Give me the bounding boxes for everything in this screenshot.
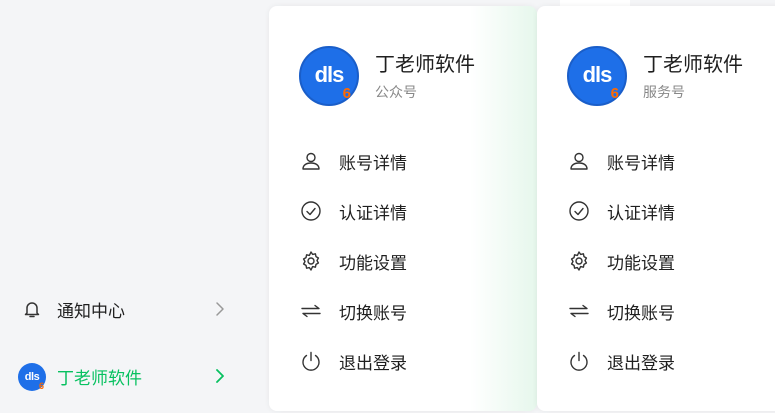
- account-card-service: dls 6 丁老师软件 服务号 账号详情 认证详情 功能设置 切换账号 退出登录: [537, 6, 775, 411]
- menu-switch-account[interactable]: 切换账号: [299, 296, 519, 326]
- check-circle-icon: [567, 199, 591, 223]
- sidebar-item-label: 丁老师软件: [57, 368, 142, 388]
- menu-label: 账号详情: [339, 153, 407, 173]
- account-logo: dls 6: [567, 46, 627, 106]
- menu-account-details[interactable]: 账号详情: [567, 146, 775, 176]
- account-type: 公众号: [375, 84, 417, 100]
- account-name: 丁老师软件: [643, 54, 743, 76]
- check-circle-icon: [299, 199, 323, 223]
- menu-label: 退出登录: [339, 353, 407, 373]
- switch-icon: [567, 299, 591, 323]
- menu-verification-details[interactable]: 认证详情: [299, 196, 519, 226]
- account-logo: dls 6: [299, 46, 359, 106]
- account-name: 丁老师软件: [375, 54, 475, 76]
- gear-icon: [567, 249, 591, 273]
- menu-switch-account[interactable]: 切换账号: [567, 296, 775, 326]
- menu-label: 认证详情: [339, 203, 407, 223]
- gear-icon: [299, 249, 323, 273]
- chevron-right-icon: [210, 299, 230, 319]
- chevron-right-icon: [210, 366, 230, 386]
- menu-label: 切换账号: [339, 303, 407, 323]
- menu-label: 账号详情: [607, 153, 675, 173]
- switch-icon: [299, 299, 323, 323]
- menu-logout[interactable]: 退出登录: [567, 346, 775, 376]
- power-icon: [567, 349, 591, 373]
- power-icon: [299, 349, 323, 373]
- user-icon: [567, 149, 591, 173]
- menu-account-details[interactable]: 账号详情: [299, 146, 519, 176]
- sidebar-item-account[interactable]: dls 6 丁老师软件: [0, 351, 260, 401]
- menu-label: 退出登录: [607, 353, 675, 373]
- sidebar-item-label: 通知中心: [57, 301, 125, 321]
- user-icon: [299, 149, 323, 173]
- account-card-official: dls 6 丁老师软件 公众号 账号详情 认证详情 功能设置 切换账号 退出登录: [269, 6, 537, 411]
- bell-icon: [20, 297, 44, 321]
- menu-verification-details[interactable]: 认证详情: [567, 196, 775, 226]
- menu-logout[interactable]: 退出登录: [299, 346, 519, 376]
- menu-label: 切换账号: [607, 303, 675, 323]
- menu-settings[interactable]: 功能设置: [299, 246, 519, 276]
- account-type: 服务号: [643, 84, 685, 100]
- sidebar-item-notifications[interactable]: 通知中心: [0, 284, 260, 334]
- menu-settings[interactable]: 功能设置: [567, 246, 775, 276]
- menu-label: 功能设置: [607, 253, 675, 273]
- account-avatar: dls 6: [17, 362, 47, 392]
- menu-label: 功能设置: [339, 253, 407, 273]
- menu-label: 认证详情: [607, 203, 675, 223]
